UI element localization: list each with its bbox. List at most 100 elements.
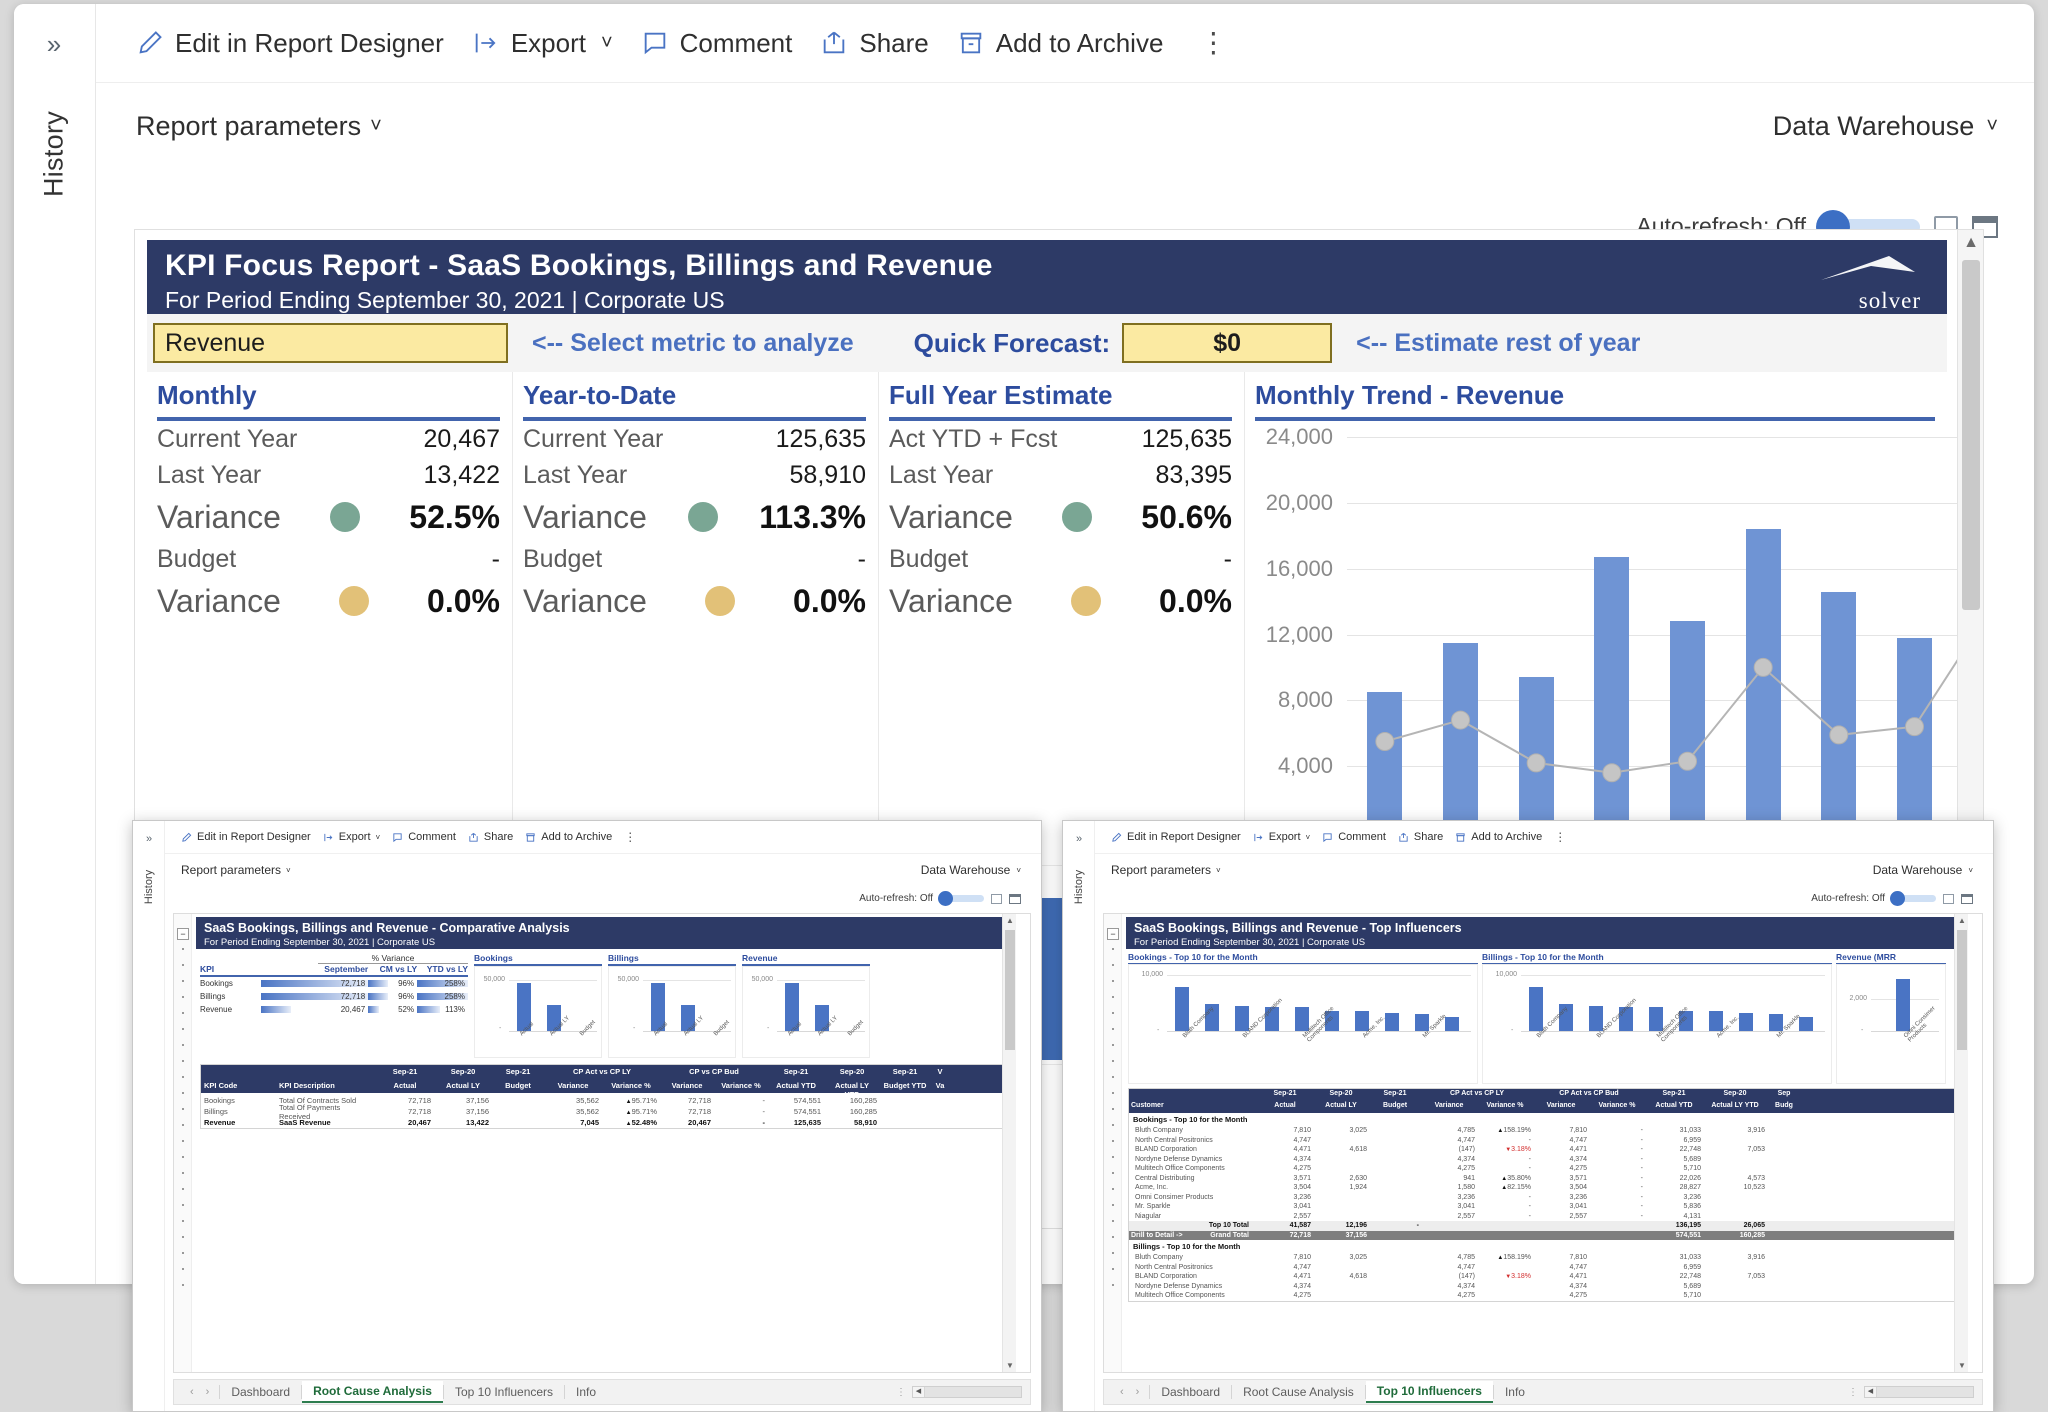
fullscreen-icon[interactable]: [991, 894, 1002, 904]
chevron-down-icon[interactable]: ˅: [376, 833, 381, 842]
expand-chevrons-icon[interactable]: »: [146, 833, 152, 845]
scroll-up-icon[interactable]: ▲: [1958, 230, 1984, 256]
drill-to-detail-link[interactable]: Drill to Detail ->: [1131, 1232, 1183, 1239]
data-warehouse-label: Data Warehouse: [921, 863, 1011, 877]
chevron-down-icon[interactable]: ˅: [1306, 833, 1311, 842]
scrollbar-thumb[interactable]: [1005, 930, 1015, 1050]
data-warehouse-dropdown[interactable]: Data Warehouse ˅: [1873, 863, 1973, 877]
tab-dashboard[interactable]: Dashboard: [1150, 1382, 1231, 1402]
auto-refresh-toggle[interactable]: [1892, 895, 1936, 902]
edit-in-report-designer-button[interactable]: Edit in Report Designer: [136, 28, 444, 59]
export-button[interactable]: Export ˅: [1253, 831, 1310, 843]
export-button[interactable]: Export ˅: [323, 831, 380, 843]
scrollbar-thumb[interactable]: [1962, 260, 1980, 610]
more-options-button[interactable]: ⋮: [624, 830, 636, 844]
history-label[interactable]: History: [143, 870, 155, 904]
horizontal-scrollbar[interactable]: ◀: [912, 1386, 1022, 1398]
variance2-pct: -: [1589, 1194, 1645, 1201]
chart-title: Revenue: [742, 953, 870, 966]
auto-refresh-toggle[interactable]: [940, 895, 984, 902]
kpi-value: 52.5%: [409, 499, 500, 536]
grid-view-icon[interactable]: [1009, 894, 1021, 904]
collapse-group-button[interactable]: −: [177, 928, 189, 940]
table-header-row: Customer Actual Actual LY Budget Varianc…: [1129, 1101, 1965, 1113]
actual: 4,275: [1257, 1165, 1313, 1172]
history-label[interactable]: History: [1073, 870, 1085, 904]
add-to-archive-button[interactable]: Add to Archive: [957, 28, 1164, 59]
tab-top-10-influencers[interactable]: Top 10 Influencers: [444, 1382, 564, 1402]
scrollbar-thumb[interactable]: [1957, 930, 1967, 1050]
scroll-down-icon[interactable]: ▼: [1955, 1359, 1969, 1372]
next-tab-icon[interactable]: ›: [206, 1386, 210, 1398]
share-button[interactable]: Share: [1398, 831, 1443, 843]
monthly-trend-chart: 4,0008,00012,00016,00020,00024,000: [1255, 425, 1935, 855]
share-button[interactable]: Share: [468, 831, 513, 843]
fullscreen-icon[interactable]: [1943, 894, 1954, 904]
export-icon: [1253, 832, 1264, 843]
y-axis-tick-label: 16,000: [1255, 556, 1333, 582]
tab-info[interactable]: Info: [1494, 1382, 1536, 1402]
customer-name: BLAND Corporation: [1129, 1146, 1257, 1153]
expand-chevrons-icon[interactable]: »: [1076, 833, 1082, 845]
tab-info[interactable]: Info: [565, 1382, 607, 1402]
kpi-value: 83,395: [1156, 461, 1232, 490]
tab-nav-arrows[interactable]: ‹›: [180, 1386, 219, 1398]
report-title: KPI Focus Report - SaaS Bookings, Billin…: [165, 249, 1929, 283]
data-warehouse-dropdown[interactable]: Data Warehouse ˅: [1773, 111, 1998, 142]
variance: 4,275: [1421, 1165, 1477, 1172]
tab-kebab-icon[interactable]: ⋮: [1848, 1387, 1858, 1398]
comment-button[interactable]: Comment: [392, 831, 456, 843]
prev-tab-icon[interactable]: ‹: [190, 1386, 194, 1398]
comment-button[interactable]: Comment: [641, 28, 793, 59]
status-dot-amber: [705, 586, 735, 616]
scroll-up-icon[interactable]: ▲: [1955, 914, 1969, 927]
grid-view-icon[interactable]: [1961, 894, 1973, 904]
more-options-button[interactable]: ⋮: [1554, 830, 1566, 844]
report-parameters-dropdown[interactable]: Report parameters ˅: [136, 111, 382, 142]
tab-root-cause-analysis[interactable]: Root Cause Analysis: [302, 1381, 443, 1403]
tab-kebab-icon[interactable]: ⋮: [896, 1387, 906, 1398]
share-button[interactable]: Share: [820, 28, 928, 59]
horizontal-scrollbar[interactable]: ◀: [1864, 1386, 1974, 1398]
tab-root-cause-analysis[interactable]: Root Cause Analysis: [1232, 1382, 1365, 1402]
comment-label: Comment: [680, 28, 793, 59]
popup-vertical-scrollbar[interactable]: ▲ ▼: [1954, 914, 1968, 1372]
add-to-archive-button[interactable]: Add to Archive: [525, 831, 612, 843]
prev-tab-icon[interactable]: ‹: [1120, 1386, 1124, 1398]
quick-forecast-input[interactable]: $0: [1122, 323, 1332, 363]
scroll-down-icon[interactable]: ▼: [1003, 1359, 1017, 1372]
ytd-vs-ly-cell: 258%: [417, 992, 468, 1001]
more-options-button[interactable]: ⋮: [1199, 29, 1227, 57]
tab-dashboard[interactable]: Dashboard: [220, 1382, 301, 1402]
export-button[interactable]: Export ˅: [472, 28, 613, 59]
next-tab-icon[interactable]: ›: [1136, 1386, 1140, 1398]
status-dot-green: [688, 502, 718, 532]
variance-pct-value: 52.48%: [632, 1118, 657, 1127]
report-parameters-dropdown[interactable]: Report parameters ˅: [181, 863, 291, 877]
data-warehouse-dropdown[interactable]: Data Warehouse ˅: [921, 863, 1021, 877]
col-header: Actual LY: [434, 1079, 492, 1093]
report-parameters-dropdown[interactable]: Report parameters ˅: [1111, 863, 1221, 877]
chevron-down-icon[interactable]: ˅: [601, 32, 613, 55]
tab-nav-arrows[interactable]: ‹›: [1110, 1386, 1149, 1398]
kpi-value: -: [858, 545, 866, 574]
col-header: Variance %: [602, 1079, 660, 1093]
expand-chevrons-icon[interactable]: »: [47, 31, 61, 57]
metric-select-input[interactable]: Revenue: [153, 323, 508, 363]
scroll-left-icon[interactable]: ◀: [1865, 1387, 1877, 1397]
scroll-up-icon[interactable]: ▲: [1003, 914, 1017, 927]
actual-ytd: 4,131: [1645, 1213, 1703, 1220]
history-label[interactable]: History: [39, 111, 70, 197]
ytd-vs-ly-cell: 113%: [417, 1005, 468, 1014]
kpi-variance-row: Variance0.0%: [889, 577, 1232, 625]
collapse-group-button[interactable]: −: [1107, 928, 1119, 940]
tab-top-10-influencers[interactable]: Top 10 Influencers: [1366, 1381, 1493, 1403]
add-to-archive-button[interactable]: Add to Archive: [1455, 831, 1542, 843]
edit-in-report-designer-button[interactable]: Edit in Report Designer: [181, 831, 311, 843]
popup-vertical-scrollbar[interactable]: ▲ ▼: [1002, 914, 1016, 1372]
comment-button[interactable]: Comment: [1322, 831, 1386, 843]
actual-ytd: 5,710: [1645, 1292, 1703, 1299]
variance-pct-value: 158.19%: [1503, 1254, 1531, 1261]
scroll-left-icon[interactable]: ◀: [913, 1387, 925, 1397]
edit-in-report-designer-button[interactable]: Edit in Report Designer: [1111, 831, 1241, 843]
